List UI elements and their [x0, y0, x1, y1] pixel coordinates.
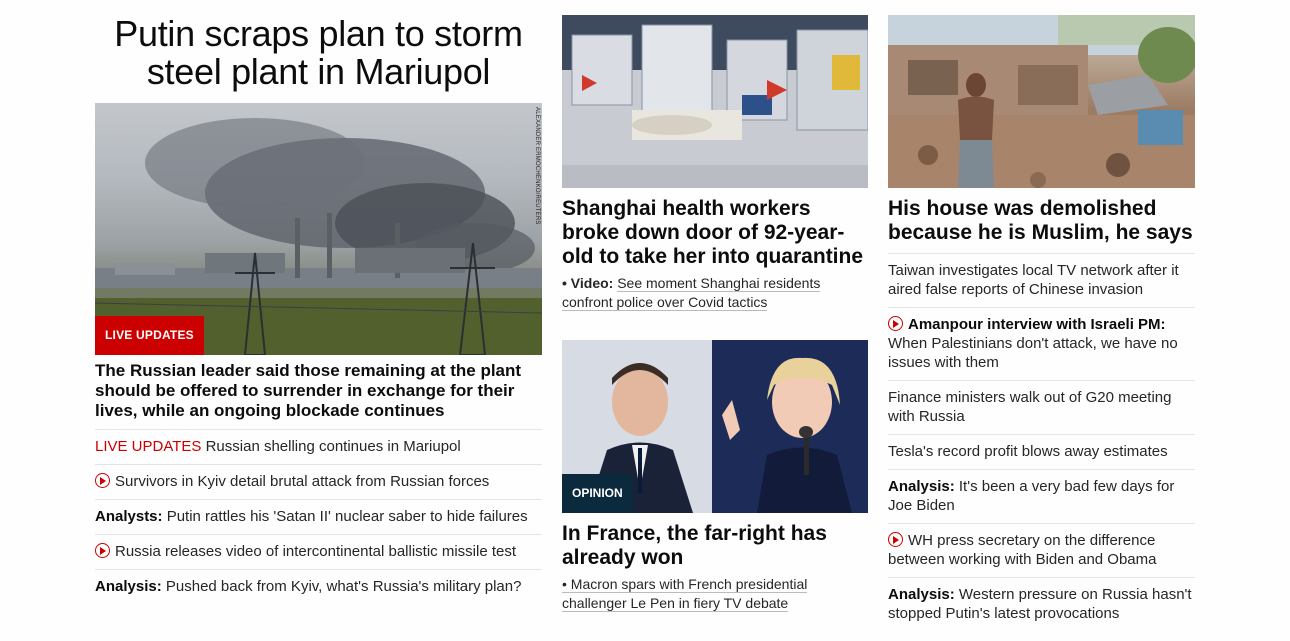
demolished-house-photo[interactable] [888, 15, 1195, 188]
list-item-text: When Palestinians don't attack, we have … [888, 335, 1178, 371]
list-item[interactable]: Analysts: Putin rattles his 'Satan II' n… [95, 499, 542, 534]
video-prefix: • Video: [562, 275, 614, 291]
lead-headline[interactable]: Putin scraps plan to storm steel plant i… [95, 15, 542, 91]
list-item-prefix: Analysis: [888, 586, 955, 603]
list-item-prefix: Analysis: [95, 578, 162, 595]
lead-photo-mariupol[interactable]: ALEXANDER ERMOCHENKO/REUTERS LIVE UPDATE… [95, 103, 542, 355]
play-circle-icon [888, 532, 903, 547]
list-item-prefix: Analysis: [888, 478, 955, 495]
france-headline[interactable]: In France, the far-right has already won [562, 522, 868, 570]
list-item[interactable]: Analysis: Western pressure on Russia has… [888, 577, 1195, 631]
lead-related-list: LIVE UPDATES Russian shelling continues … [95, 429, 542, 604]
list-item[interactable]: Russia releases video of intercontinenta… [95, 534, 542, 569]
live-updates-tag: LIVE UPDATES [95, 438, 202, 455]
list-item-text: Tesla's record profit blows away estimat… [888, 443, 1168, 460]
list-item-text: Russian shelling continues in Mariupol [205, 438, 461, 455]
macron-lepen-photo[interactable]: OPINION [562, 340, 868, 513]
play-circle-icon [95, 543, 110, 558]
list-item-text: WH press secretary on the difference bet… [888, 532, 1157, 568]
right-headline[interactable]: His house was demolished because he is M… [888, 197, 1195, 245]
france-related-text[interactable]: • Macron spars with French presidential … [562, 576, 808, 612]
shanghai-video-link[interactable]: • Video: See moment Shanghai residents c… [562, 274, 868, 312]
list-item[interactable]: Tesla's record profit blows away estimat… [888, 434, 1195, 469]
lead-story: Putin scraps plan to storm steel plant i… [95, 0, 542, 604]
middle-column: Shanghai health workers broke down door … [562, 0, 868, 613]
list-item[interactable]: Analysis: Pushed back from Kyiv, what's … [95, 569, 542, 604]
list-item[interactable]: WH press secretary on the difference bet… [888, 523, 1195, 577]
list-item[interactable]: LIVE UPDATES Russian shelling continues … [95, 429, 542, 464]
right-column: His house was demolished because he is M… [888, 0, 1195, 631]
demolished-house-illustration [888, 15, 1195, 188]
play-circle-icon [95, 473, 110, 488]
shanghai-quarantine-photo[interactable] [562, 15, 868, 188]
list-item-text: Russia releases video of intercontinenta… [115, 543, 517, 560]
list-item-text: Pushed back from Kyiv, what's Russia's m… [165, 578, 522, 595]
list-item-text: Taiwan investigates local TV network aft… [888, 262, 1179, 298]
play-circle-icon [888, 316, 903, 331]
list-item-prefix: Analysts: [95, 508, 163, 525]
right-related-list: Taiwan investigates local TV network aft… [888, 253, 1195, 631]
live-updates-badge[interactable]: LIVE UPDATES [95, 316, 204, 355]
list-item-prefix: Amanpour interview with Israeli PM: [908, 316, 1166, 333]
list-item-text: Survivors in Kyiv detail brutal attack f… [115, 473, 490, 490]
quarantine-hall-illustration [562, 15, 868, 188]
shanghai-headline[interactable]: Shanghai health workers broke down door … [562, 197, 868, 269]
france-related-link[interactable]: • Macron spars with French presidential … [562, 575, 868, 613]
list-item[interactable]: Amanpour interview with Israeli PM: When… [888, 307, 1195, 380]
photo-credit: ALEXANDER ERMOCHENKO/REUTERS [534, 107, 540, 225]
list-item[interactable]: Analysis: It's been a very bad few days … [888, 469, 1195, 523]
list-item[interactable]: Survivors in Kyiv detail brutal attack f… [95, 464, 542, 499]
lead-summary[interactable]: The Russian leader said those remaining … [95, 361, 542, 421]
list-item[interactable]: Finance ministers walk out of G20 meetin… [888, 380, 1195, 434]
list-item[interactable]: Taiwan investigates local TV network aft… [888, 253, 1195, 307]
list-item-text: Putin rattles his 'Satan II' nuclear sab… [166, 508, 528, 525]
list-item-text: Finance ministers walk out of G20 meetin… [888, 389, 1172, 425]
opinion-badge[interactable]: OPINION [562, 474, 633, 513]
